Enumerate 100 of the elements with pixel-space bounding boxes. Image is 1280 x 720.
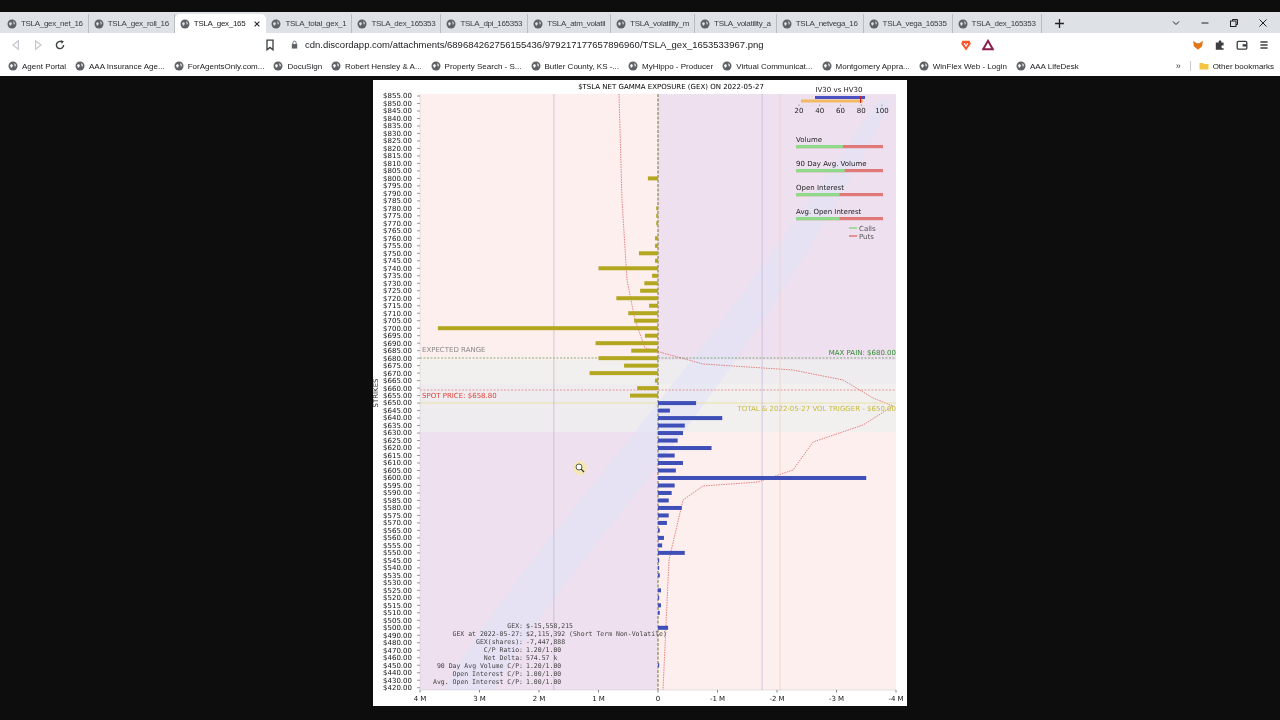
gex-bar xyxy=(644,333,658,338)
browser-tab[interactable]: TSLA_vega_16535 xyxy=(863,14,953,33)
globe-icon xyxy=(173,61,184,71)
gex-bar xyxy=(657,401,696,406)
browser-tab[interactable]: TSLA_gex_165 xyxy=(174,14,267,33)
gex-bar xyxy=(657,453,675,458)
browser-tab[interactable]: TSLA_atm_volatil xyxy=(528,14,612,33)
globe-icon xyxy=(918,61,929,71)
gex-bar xyxy=(648,303,658,308)
globe-icon xyxy=(75,61,86,71)
bookmark-link[interactable]: AAA Insurance Age... xyxy=(75,61,165,71)
gex-bar xyxy=(657,468,676,473)
close-icon[interactable] xyxy=(253,19,262,28)
gex-bar xyxy=(657,483,675,488)
browser-tab[interactable]: TSLA_volatility_m xyxy=(611,14,696,33)
gex-bar xyxy=(639,288,658,293)
gex-bar xyxy=(629,393,658,398)
globe-icon xyxy=(781,18,792,29)
close-icon[interactable] xyxy=(1258,17,1268,28)
globe-icon xyxy=(821,61,832,71)
browser-tab[interactable]: TSLA_volatility_a xyxy=(695,14,777,33)
bookmark-folder[interactable]: Other bookmarks xyxy=(1189,61,1274,71)
gex-bar xyxy=(651,273,658,278)
lion-shield-icon[interactable] xyxy=(960,38,972,51)
globe-icon xyxy=(628,61,639,71)
gex-bar xyxy=(657,438,678,443)
gex-bar xyxy=(657,550,685,555)
restore-icon[interactable] xyxy=(1229,17,1239,28)
globe-icon xyxy=(93,18,104,29)
bookmark-link[interactable]: ForAgentsOnly.com... xyxy=(173,61,265,71)
plus-icon[interactable] xyxy=(1053,18,1065,29)
browser-tab[interactable]: TSLA_netvega_16 xyxy=(776,14,864,33)
gex-bar xyxy=(633,318,658,323)
bookmark-link[interactable]: Robert Hensley & A... xyxy=(331,61,422,71)
gex-bar xyxy=(643,281,658,286)
gex-bar xyxy=(657,625,668,630)
bookmark-link[interactable]: Butler County, KS -... xyxy=(530,61,620,71)
globe-icon xyxy=(957,18,968,29)
gex-bar xyxy=(598,266,658,271)
address-field[interactable]: cdn.discordapp.com/attachments/689684262756155436/979217177657896960/TSLA_gex_1653533967.png xyxy=(286,35,950,54)
globe-icon xyxy=(700,18,711,29)
globe-icon xyxy=(430,61,441,71)
bookmark-link[interactable]: AAA LifeDesk xyxy=(1015,61,1079,71)
globe-icon xyxy=(868,18,879,29)
bookmark-link[interactable]: Montgomery Appra... xyxy=(821,61,910,71)
gex-bar xyxy=(589,371,658,376)
gex-bar xyxy=(657,505,682,510)
globe-icon xyxy=(533,18,544,29)
gex-bar xyxy=(627,311,658,316)
gex-bar xyxy=(657,513,669,518)
browser-tab[interactable]: TSLA_total_gex_1 xyxy=(266,14,353,33)
browser-tab[interactable]: TSLA_dex_165353 xyxy=(952,14,1042,33)
more-bookmarks-button[interactable]: » xyxy=(1175,61,1181,71)
gex-bar xyxy=(615,296,658,301)
globe-icon xyxy=(179,18,190,29)
browser-tab[interactable]: TSLA_dpi_165353 xyxy=(441,14,529,33)
browser-tab[interactable]: TSLA_gex_roll_16 xyxy=(88,14,175,33)
triangle-icon[interactable] xyxy=(982,38,994,51)
bookmark-link[interactable]: WinFlex Web - Login xyxy=(918,61,1007,71)
globe-icon xyxy=(530,61,541,71)
globe-icon xyxy=(273,61,284,71)
gex-bar xyxy=(657,416,722,421)
gex-bar xyxy=(657,490,672,495)
gex-bar xyxy=(623,363,658,368)
gex-bar xyxy=(638,251,658,256)
globe-icon xyxy=(357,18,368,29)
browser-tab[interactable]: TSLA_gex_net_16 xyxy=(2,14,89,33)
globe-icon xyxy=(8,61,18,71)
zoom-cursor-icon xyxy=(572,461,587,475)
reload-icon[interactable] xyxy=(54,38,66,51)
bookmark-link[interactable]: DocuSign xyxy=(273,61,323,71)
lock-icon[interactable] xyxy=(290,40,299,49)
gex-bar xyxy=(598,356,658,361)
folder-icon xyxy=(1198,61,1209,71)
gex-bar xyxy=(657,446,712,451)
gex-bar xyxy=(657,431,683,436)
browser-tab[interactable]: TSLA_dex_165353 xyxy=(352,14,442,33)
bookmark-link[interactable]: Virtual Communicat... xyxy=(722,61,813,71)
gex-bar xyxy=(657,520,667,525)
gex-bar xyxy=(657,408,670,413)
globe-icon xyxy=(446,18,457,29)
puzzle-icon[interactable] xyxy=(1214,38,1226,51)
bookmark-link[interactable]: MyHippo - Producer xyxy=(628,61,714,71)
fox-icon[interactable] xyxy=(1192,38,1204,51)
globe-icon xyxy=(7,18,17,29)
gex-bar xyxy=(636,386,658,391)
bookmark-link[interactable]: Agent Portal xyxy=(8,61,67,71)
menu-icon[interactable] xyxy=(1258,38,1270,51)
gex-bar xyxy=(657,423,685,428)
globe-icon xyxy=(722,61,733,71)
globe-icon xyxy=(331,61,342,71)
gex-bar xyxy=(647,176,658,181)
gex-bar xyxy=(657,543,662,548)
bookmark-link[interactable]: Property Search - S... xyxy=(430,61,522,71)
wallet-icon[interactable] xyxy=(1236,38,1248,51)
globe-icon xyxy=(616,18,627,29)
gex-bar xyxy=(657,461,683,465)
gex-bar xyxy=(595,341,658,346)
globe-icon xyxy=(1015,61,1026,71)
bookmark-icon[interactable] xyxy=(264,38,276,51)
